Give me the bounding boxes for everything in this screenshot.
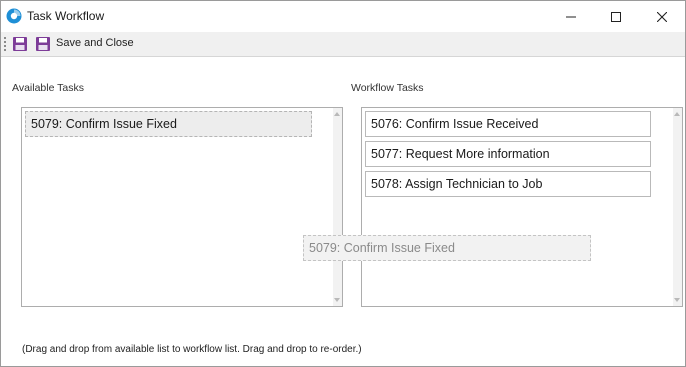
minimize-icon bbox=[566, 16, 576, 17]
task-workflow-window: Task Workflow Save and Close Available T… bbox=[0, 0, 686, 367]
app-logo-icon bbox=[6, 8, 22, 24]
scroll-up-icon[interactable] bbox=[334, 112, 340, 116]
save-and-close-button[interactable]: Save and Close bbox=[56, 37, 134, 49]
workflow-task-item[interactable]: 5077: Request More information bbox=[365, 141, 651, 167]
drag-ghost-item: 5079: Confirm Issue Fixed bbox=[303, 235, 591, 261]
toolbar: Save and Close bbox=[1, 32, 685, 56]
close-icon bbox=[657, 11, 667, 22]
minimize-button[interactable] bbox=[548, 1, 594, 32]
instruction-hint: (Drag and drop from available list to wo… bbox=[22, 344, 362, 355]
scroll-up-icon[interactable] bbox=[674, 112, 680, 116]
workflow-task-item[interactable]: 5076: Confirm Issue Received bbox=[365, 111, 651, 137]
available-tasks-list[interactable]: 5079: Confirm Issue Fixed bbox=[21, 107, 343, 307]
title-bar[interactable]: Task Workflow bbox=[1, 1, 685, 32]
available-task-item[interactable]: 5079: Confirm Issue Fixed bbox=[25, 111, 312, 137]
toolbar-grip[interactable] bbox=[4, 37, 6, 51]
scroll-down-icon[interactable] bbox=[674, 298, 680, 302]
available-list-scrollbar[interactable] bbox=[333, 108, 342, 306]
close-button[interactable] bbox=[639, 1, 685, 32]
window-title: Task Workflow bbox=[27, 9, 105, 23]
available-tasks-label: Available Tasks bbox=[12, 82, 84, 94]
workflow-tasks-list[interactable]: 5076: Confirm Issue Received 5077: Reque… bbox=[361, 107, 683, 307]
workflow-task-item[interactable]: 5078: Assign Technician to Job bbox=[365, 171, 651, 197]
workflow-tasks-label: Workflow Tasks bbox=[351, 82, 424, 94]
scroll-down-icon[interactable] bbox=[334, 298, 340, 302]
maximize-icon bbox=[611, 11, 621, 22]
toolbar-divider bbox=[1, 56, 685, 57]
workflow-list-scrollbar[interactable] bbox=[673, 108, 682, 306]
save-and-close-icon[interactable] bbox=[35, 36, 51, 52]
save-button[interactable] bbox=[12, 36, 28, 52]
maximize-button[interactable] bbox=[593, 1, 639, 32]
